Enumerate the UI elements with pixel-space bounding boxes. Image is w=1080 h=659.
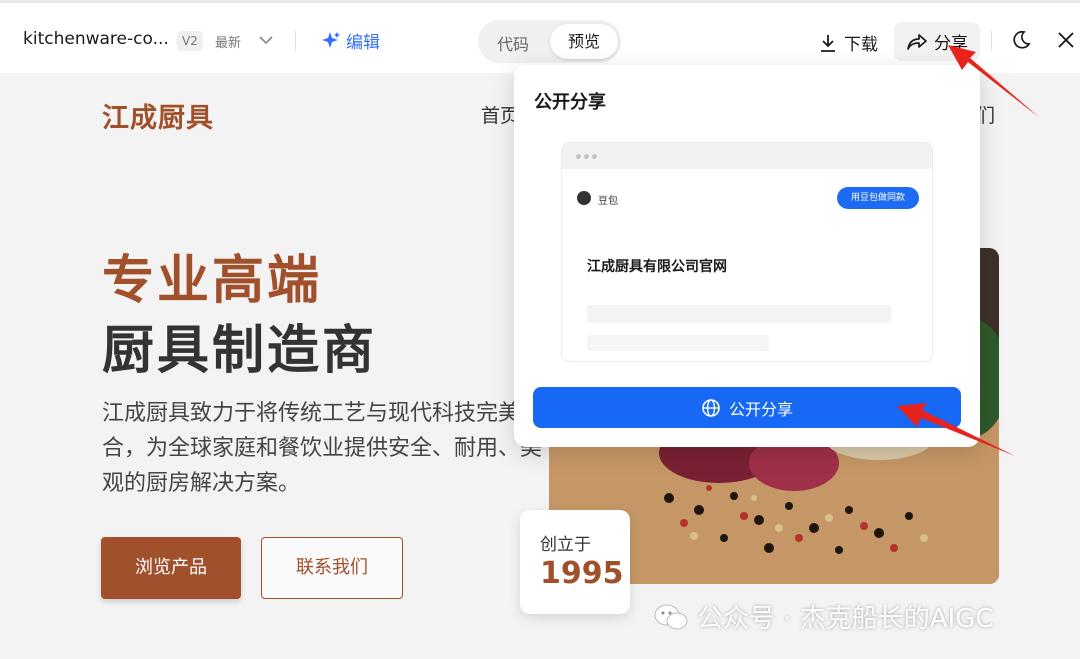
wechat-icon [654, 604, 688, 629]
annotation-arrows [897, 45, 1040, 456]
arrow-to-public-share-icon [897, 403, 1015, 456]
arrow-to-share-icon [948, 45, 1040, 118]
watermark-text: 公众号 · 杰克船长的AIGC [697, 604, 994, 634]
watermark: 公众号 · 杰克船长的AIGC [653, 598, 994, 635]
